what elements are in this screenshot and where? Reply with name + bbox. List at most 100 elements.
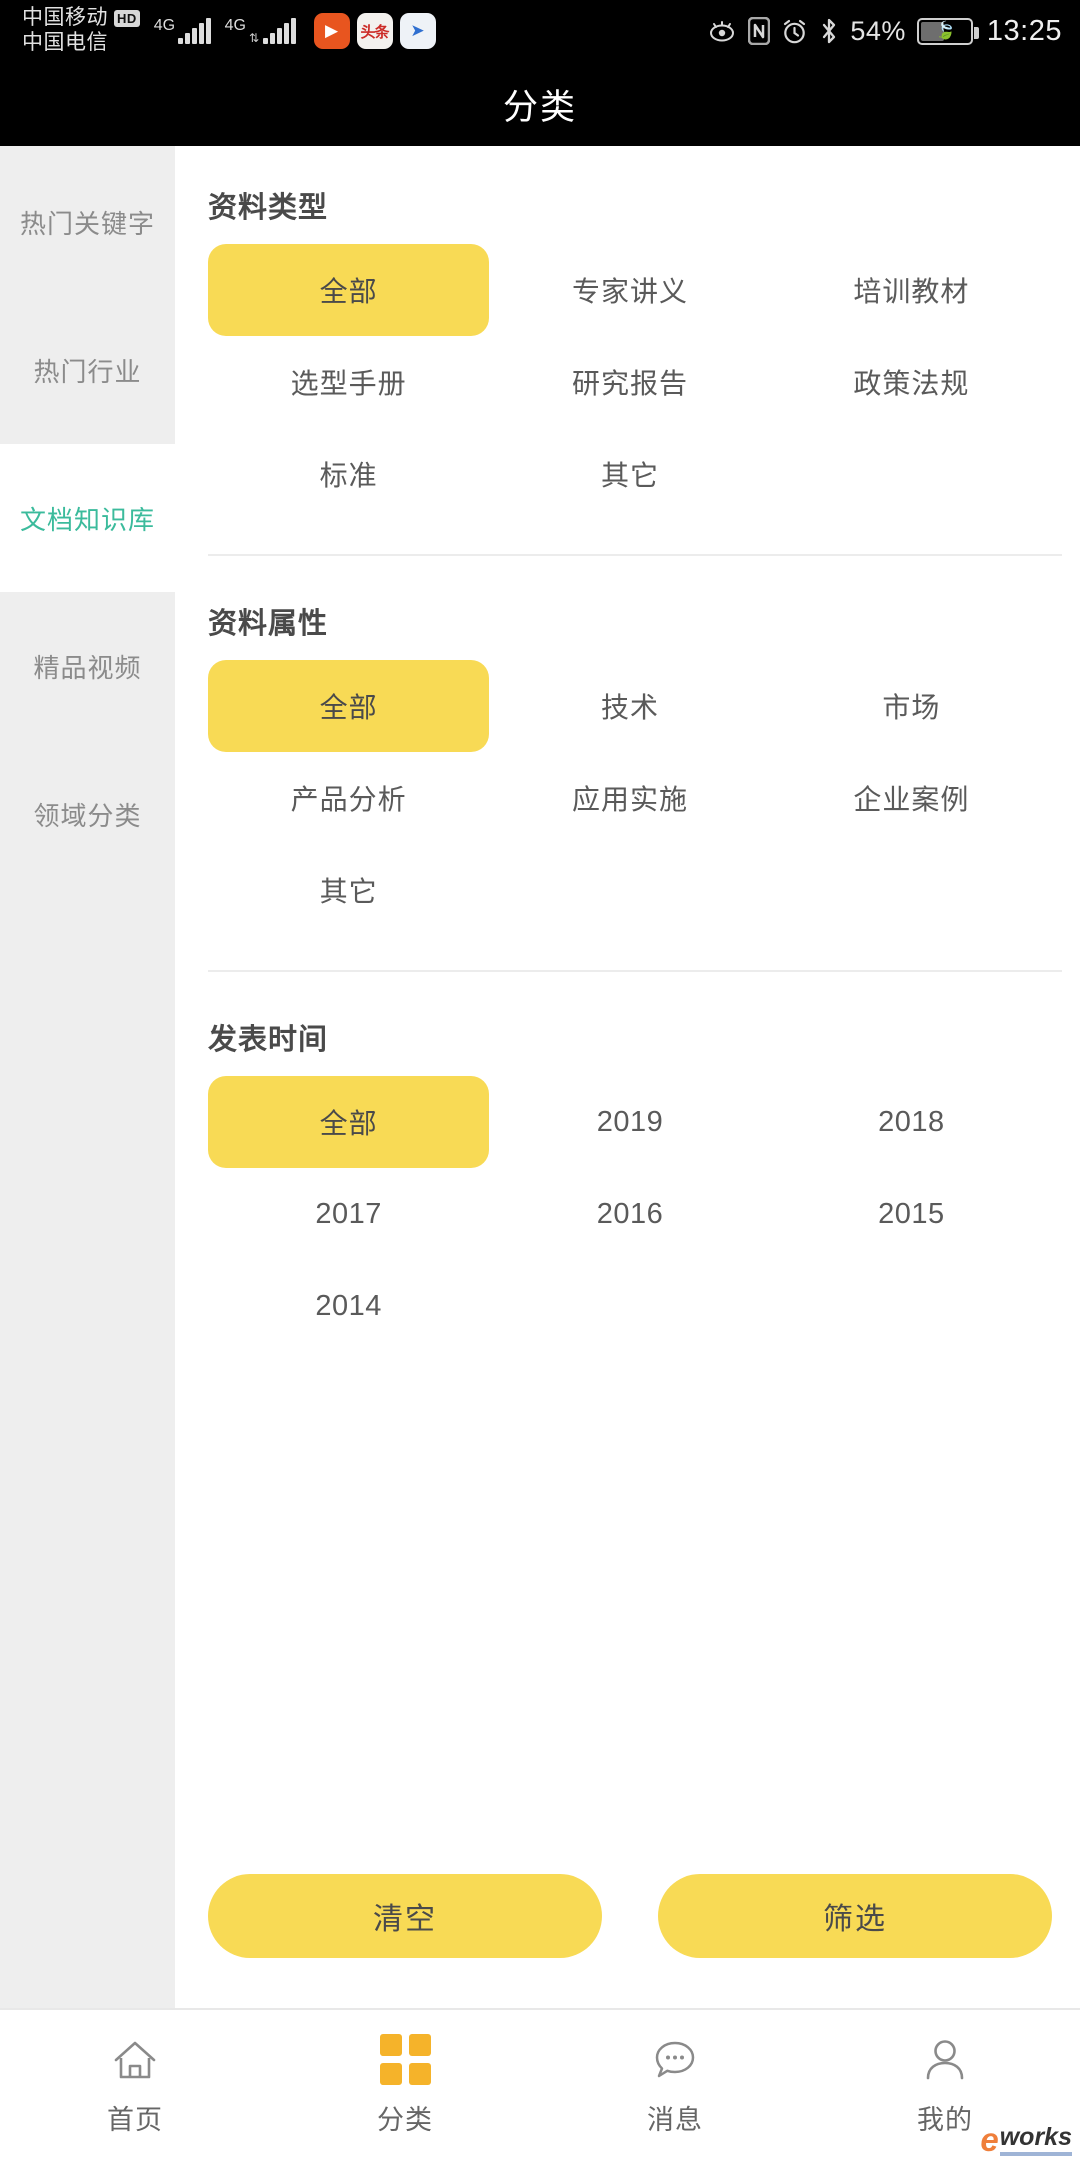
filter-option-label: 全部 xyxy=(319,1108,378,1139)
person-icon xyxy=(922,2034,968,2086)
signal-bars-2-icon xyxy=(263,18,296,44)
nav-item-categories[interactable]: 分类 xyxy=(270,2034,540,2137)
nav-label-messages: 消息 xyxy=(647,2104,703,2135)
battery-icon: 🍃 xyxy=(916,17,979,45)
filter-option-label: 产品分析 xyxy=(290,784,407,815)
bottom-navigation-bar: 首页 分类 消息 我的 e works xyxy=(0,2008,1080,2160)
sidebar-item-2[interactable]: 文档知识库 xyxy=(0,444,175,592)
filter-button[interactable]: 筛选 xyxy=(658,1874,1052,1958)
filter-option-label: 技术 xyxy=(600,692,659,723)
filter-option[interactable]: 培训教材 xyxy=(771,244,1052,336)
action-button-row: 清空 筛选 xyxy=(175,1874,1080,2008)
nav-item-messages[interactable]: 消息 xyxy=(540,2034,810,2137)
filter-option[interactable]: 2015 xyxy=(771,1168,1052,1260)
sidebar-item-1[interactable]: 热门行业 xyxy=(0,296,175,444)
filter-option-label: 其它 xyxy=(319,876,378,907)
filter-option-label: 政策法规 xyxy=(853,368,970,399)
filter-option[interactable]: 选型手册 xyxy=(208,336,489,428)
filter-option-label: 2019 xyxy=(596,1105,664,1138)
filter-option-label: 2017 xyxy=(315,1197,382,1230)
carrier-primary-label: 中国移动 xyxy=(22,6,108,30)
body-wrapper: 热门关键字热门行业文档知识库精品视频领域分类 资料类型全部 专家讲义 培训教材选型手… xyxy=(0,146,1080,2008)
alarm-icon xyxy=(781,18,808,45)
nav-item-profile[interactable]: 我的 xyxy=(810,2034,1080,2137)
filter-option-label: 2015 xyxy=(878,1197,945,1230)
carrier-secondary-row: 中国电信 xyxy=(22,31,140,56)
status-bar: 中国移动 HD 中国电信 4G 4G ⇅ ▶ 头条 ➤ 54% 🍃 13:25 xyxy=(0,0,1080,62)
filter-option-label: 其它 xyxy=(600,460,659,491)
sidebar-item-4[interactable]: 领域分类 xyxy=(0,740,175,888)
filter-option[interactable]: 其它 xyxy=(489,428,770,520)
video-player-icon: ▶ xyxy=(313,13,350,49)
filter-option[interactable]: 2018 xyxy=(771,1076,1052,1168)
status-bar-left: 中国移动 HD 中国电信 4G 4G ⇅ ▶ 头条 ➤ xyxy=(22,6,436,56)
sidebar-item-label: 精品视频 xyxy=(33,652,142,683)
grid-icon xyxy=(379,2034,431,2086)
nfc-icon xyxy=(748,17,771,45)
filter-option[interactable]: 2017 xyxy=(208,1168,489,1260)
carrier-secondary-label: 中国电信 xyxy=(22,31,108,54)
signal-group-1: 4G xyxy=(154,18,211,44)
chat-bubble-icon xyxy=(650,2034,700,2086)
network-type-2-label: 4G xyxy=(224,17,246,34)
data-transfer-icon: ⇅ xyxy=(248,31,260,45)
carrier-info: 中国移动 HD 中国电信 xyxy=(22,6,140,56)
filter-option-label: 2016 xyxy=(596,1197,664,1230)
filter-option[interactable]: 其它 xyxy=(208,844,489,936)
filter-option-label: 市场 xyxy=(882,692,941,723)
filter-option-label: 全部 xyxy=(319,692,378,723)
filter-option[interactable]: 标准 xyxy=(208,428,489,520)
filter-option-label: 专家讲义 xyxy=(571,276,688,307)
filter-option-grid: 全部 2019 2018 2017 2016 2015 2014 xyxy=(208,1076,1052,1352)
toutiao-icon: 头条 xyxy=(356,13,393,49)
filter-option[interactable]: 2014 xyxy=(208,1260,489,1352)
nav-item-home[interactable]: 首页 xyxy=(0,2034,270,2137)
filter-panel: 资料类型 全部 专家讲义 培训教材 选型手册 研究报告 政策法规 标准 其它 资料属性 全部 技术 市场… xyxy=(175,146,1080,2008)
filter-option[interactable]: 2016 xyxy=(489,1168,770,1260)
filter-option[interactable]: 应用实施 xyxy=(489,752,770,844)
filter-option-grid: 全部 专家讲义 培训教材选型手册 研究报告 政策法规标准 其它 xyxy=(208,244,1052,520)
filter-option-label: 应用实施 xyxy=(571,784,688,815)
clock-label: 13:25 xyxy=(986,14,1062,47)
filter-option[interactable]: 2019 xyxy=(489,1076,770,1168)
filter-section-title: 资料类型 xyxy=(208,192,329,224)
notification-app-icons: ▶ 头条 ➤ xyxy=(313,13,436,49)
sidebar-item-label: 热门行业 xyxy=(33,356,142,387)
battery-percent-label: 54% xyxy=(850,15,906,46)
filter-option[interactable]: 市场 xyxy=(771,660,1052,752)
signal-bars-1-icon xyxy=(178,18,211,44)
filter-button-label: 筛选 xyxy=(823,1903,887,1936)
filter-option[interactable]: 政策法规 xyxy=(771,336,1052,428)
filter-option-label: 选型手册 xyxy=(290,368,407,399)
eye-icon xyxy=(707,19,737,43)
filter-option-selected[interactable]: 全部 xyxy=(208,1076,490,1168)
filter-option[interactable]: 企业案例 xyxy=(771,752,1052,844)
home-icon xyxy=(111,2034,159,2086)
sidebar-item-3[interactable]: 精品视频 xyxy=(0,592,175,740)
sidebar-item-label: 领域分类 xyxy=(33,800,142,831)
filter-option-selected[interactable]: 全部 xyxy=(208,244,490,336)
nav-label-profile: 我的 xyxy=(917,2104,973,2135)
filter-option[interactable]: 技术 xyxy=(489,660,770,752)
sidebar-item-0[interactable]: 热门关键字 xyxy=(0,148,175,296)
filter-section-title: 发表时间 xyxy=(208,1024,329,1056)
filter-option-label: 培训教材 xyxy=(853,276,970,307)
filter-option[interactable]: 研究报告 xyxy=(489,336,770,428)
bluetooth-icon xyxy=(819,17,839,45)
clear-button[interactable]: 清空 xyxy=(208,1874,602,1958)
clear-button-label: 清空 xyxy=(373,1903,437,1936)
nav-label-home: 首页 xyxy=(107,2104,163,2135)
filter-section-title: 资料属性 xyxy=(208,608,329,640)
filter-section-0: 资料类型全部 专家讲义 培训教材选型手册 研究报告 政策法规标准 其它 xyxy=(175,146,1080,554)
filter-option-selected[interactable]: 全部 xyxy=(208,660,490,752)
filter-option-label: 研究报告 xyxy=(571,368,688,399)
filter-option[interactable]: 产品分析 xyxy=(208,752,489,844)
filter-option[interactable]: 专家讲义 xyxy=(489,244,770,336)
leaf-icon: 🍃 xyxy=(935,21,957,40)
filter-option-grid: 全部 技术 市场产品分析 应用实施 企业案例其它 xyxy=(208,660,1052,936)
eworks-watermark: e works xyxy=(980,2123,1072,2156)
filter-option-label: 全部 xyxy=(319,276,378,307)
filter-section-2: 发表时间全部 2019 2018 2017 2016 2015 2014 xyxy=(175,972,1080,1386)
watermark-suffix: works xyxy=(999,2125,1072,2156)
filter-option-label: 2014 xyxy=(315,1289,382,1322)
